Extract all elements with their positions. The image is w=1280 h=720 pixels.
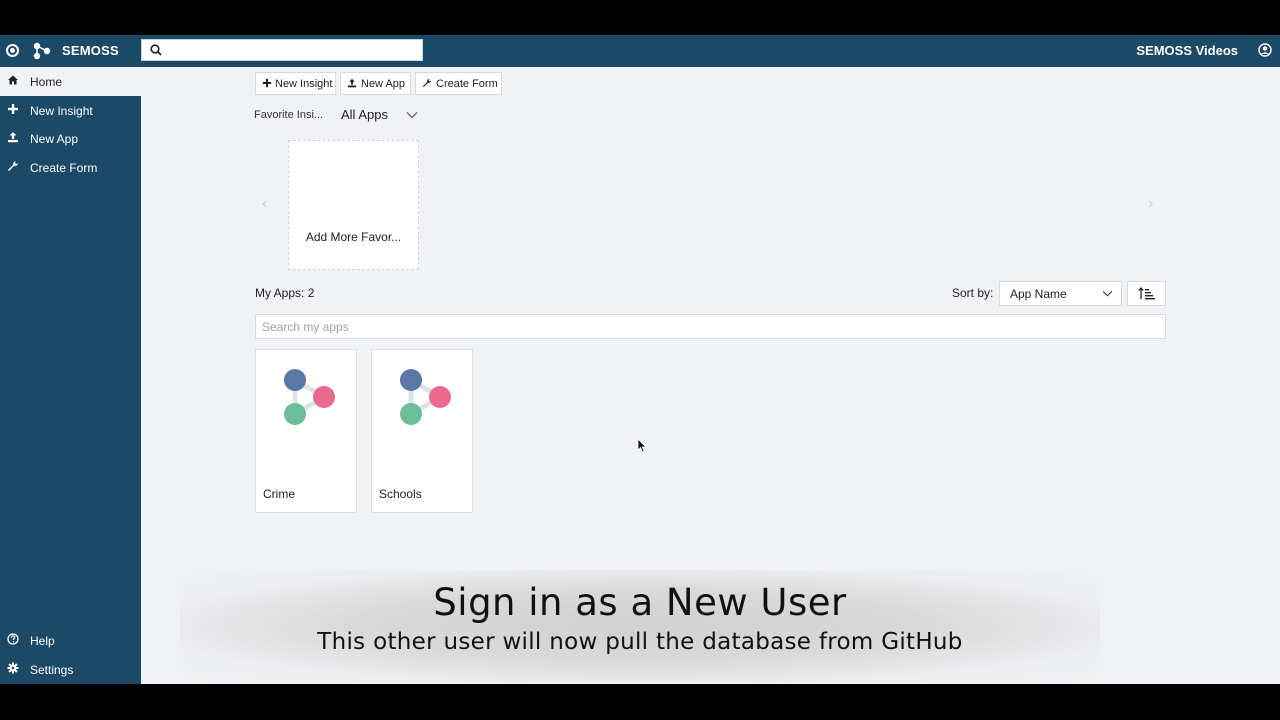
- global-search-input[interactable]: [166, 40, 416, 60]
- create-form-label: Create Form: [436, 78, 498, 90]
- video-caption: Sign in as a New User This other user wi…: [180, 570, 1100, 682]
- home-icon: [8, 75, 18, 85]
- sidebar-item-label: New App: [30, 132, 79, 146]
- global-search[interactable]: [141, 39, 423, 61]
- upload-icon: [8, 132, 18, 143]
- mouse-cursor-icon: [637, 438, 647, 453]
- top-navbar: SEMOSS SEMOSS Videos: [0, 35, 1280, 67]
- sort-order-button[interactable]: [1127, 281, 1166, 306]
- semoss-logo-icon[interactable]: [33, 42, 51, 60]
- carousel-prev-icon[interactable]: ‹: [262, 195, 267, 213]
- apps-search[interactable]: [255, 314, 1166, 339]
- sidebar-item-create-form[interactable]: Create Form: [0, 153, 141, 181]
- search-icon: [150, 44, 162, 56]
- new-insight-button[interactable]: New Insight: [255, 72, 336, 95]
- account-name[interactable]: SEMOSS Videos: [1136, 43, 1238, 58]
- app-card-schools[interactable]: Schools: [371, 349, 473, 513]
- sort-ascending-icon: [1138, 287, 1155, 300]
- sidebar: Home New Insight New App Create Form Hel…: [0, 67, 141, 684]
- app-network-icon: [284, 369, 335, 425]
- sidebar-item-label: Help: [30, 634, 55, 648]
- upload-icon: [347, 78, 357, 88]
- add-favorite-card[interactable]: Add More Favor...: [288, 140, 419, 270]
- menu-toggle-icon[interactable]: [6, 44, 19, 57]
- apps-search-input[interactable]: [262, 317, 1157, 337]
- favorite-insights-label: Favorite Insi...: [254, 109, 324, 121]
- carousel-next-icon[interactable]: ›: [1148, 195, 1153, 213]
- sort-select[interactable]: App Name: [999, 281, 1122, 306]
- wrench-icon: [8, 161, 18, 171]
- brand-name[interactable]: SEMOSS: [62, 43, 119, 58]
- sidebar-item-home[interactable]: Home: [0, 67, 141, 96]
- sidebar-item-settings[interactable]: Settings: [0, 655, 141, 683]
- sidebar-item-new-insight[interactable]: New Insight: [0, 96, 141, 124]
- favorites-app-filter[interactable]: All Apps: [341, 107, 388, 122]
- sort-by-label: Sort by:: [952, 286, 994, 300]
- new-insight-label: New Insight: [275, 78, 333, 90]
- sidebar-item-help[interactable]: Help: [0, 626, 141, 654]
- new-app-label: New App: [361, 78, 406, 90]
- chevron-down-icon: [1102, 290, 1113, 297]
- app-card-name: Schools: [379, 487, 422, 501]
- sidebar-item-label: Settings: [30, 663, 74, 677]
- add-favorite-label: Add More Favor...: [305, 230, 402, 244]
- app-card-crime[interactable]: Crime: [255, 349, 357, 513]
- plus-icon: [262, 78, 272, 88]
- sidebar-item-label: Create Form: [30, 161, 98, 175]
- app-card-name: Crime: [263, 487, 295, 501]
- create-form-button[interactable]: Create Form: [415, 72, 502, 95]
- help-icon: [7, 633, 19, 645]
- new-app-button[interactable]: New App: [340, 72, 411, 95]
- my-apps-count: My Apps: 2: [255, 286, 315, 300]
- sort-select-value: App Name: [1010, 287, 1067, 301]
- wrench-icon: [422, 78, 432, 88]
- user-icon[interactable]: [1258, 43, 1272, 57]
- sidebar-item-label: New Insight: [30, 104, 93, 118]
- caption-subtitle: This other user will now pull the databa…: [317, 629, 963, 655]
- app-network-icon: [400, 369, 451, 425]
- chevron-down-icon[interactable]: [406, 111, 418, 119]
- sidebar-item-new-app[interactable]: New App: [0, 124, 141, 152]
- gear-icon: [7, 662, 19, 674]
- app-window: SEMOSS SEMOSS Videos Home New Insight Ne…: [0, 35, 1280, 684]
- sidebar-item-label: Home: [30, 75, 63, 89]
- caption-title: Sign in as a New User: [433, 581, 847, 624]
- plus-icon: [8, 104, 18, 114]
